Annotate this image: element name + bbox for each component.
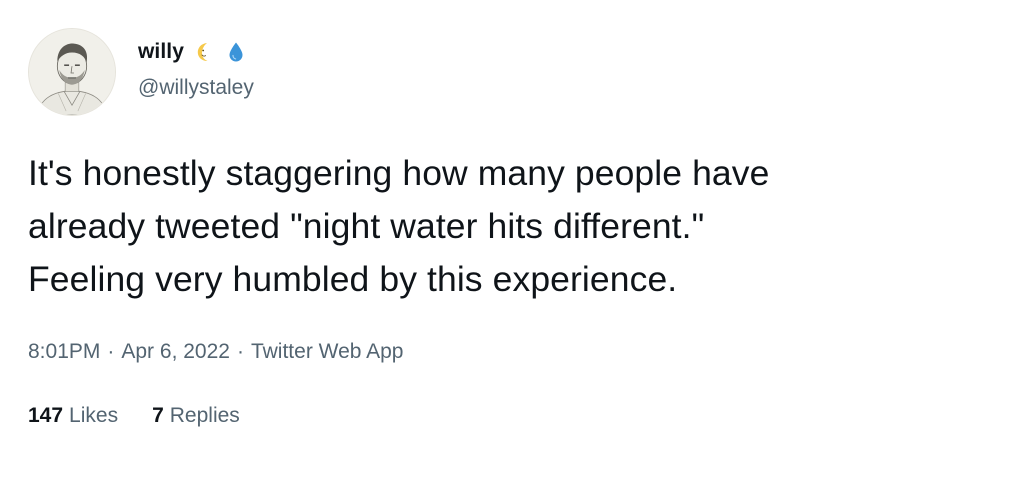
meta-separator: ·	[107, 340, 115, 363]
meta-separator: ·	[236, 340, 244, 363]
avatar-portrait-icon	[29, 29, 115, 115]
author-name-row: willy	[138, 36, 248, 68]
likes-count: 147	[28, 404, 64, 427]
author-handle[interactable]: @willystaley	[138, 76, 254, 100]
tweet-time[interactable]: 8:01PM	[28, 340, 100, 364]
replies-stat[interactable]: 7 Replies	[152, 404, 240, 428]
tweet-text: It's honestly staggering how many people…	[28, 153, 770, 299]
tweet-card: willy @willystaley It's honestly stagger…	[0, 0, 1019, 492]
avatar[interactable]	[28, 28, 116, 116]
crescent-moon-face-icon	[192, 40, 216, 64]
tweet-source[interactable]: Twitter Web App	[251, 340, 404, 364]
tweet-metadata: 8:01PM · Apr 6, 2022 · Twitter Web App	[28, 340, 404, 364]
likes-stat[interactable]: 147 Likes	[28, 404, 118, 428]
replies-count: 7	[152, 404, 164, 427]
tweet-stats: 147 Likes 7 Replies	[28, 404, 240, 428]
replies-label: Replies	[169, 404, 240, 427]
likes-label: Likes	[69, 404, 119, 427]
tweet-date[interactable]: Apr 6, 2022	[121, 340, 230, 364]
droplet-icon	[224, 40, 248, 64]
author-display-name[interactable]: willy	[138, 40, 184, 64]
